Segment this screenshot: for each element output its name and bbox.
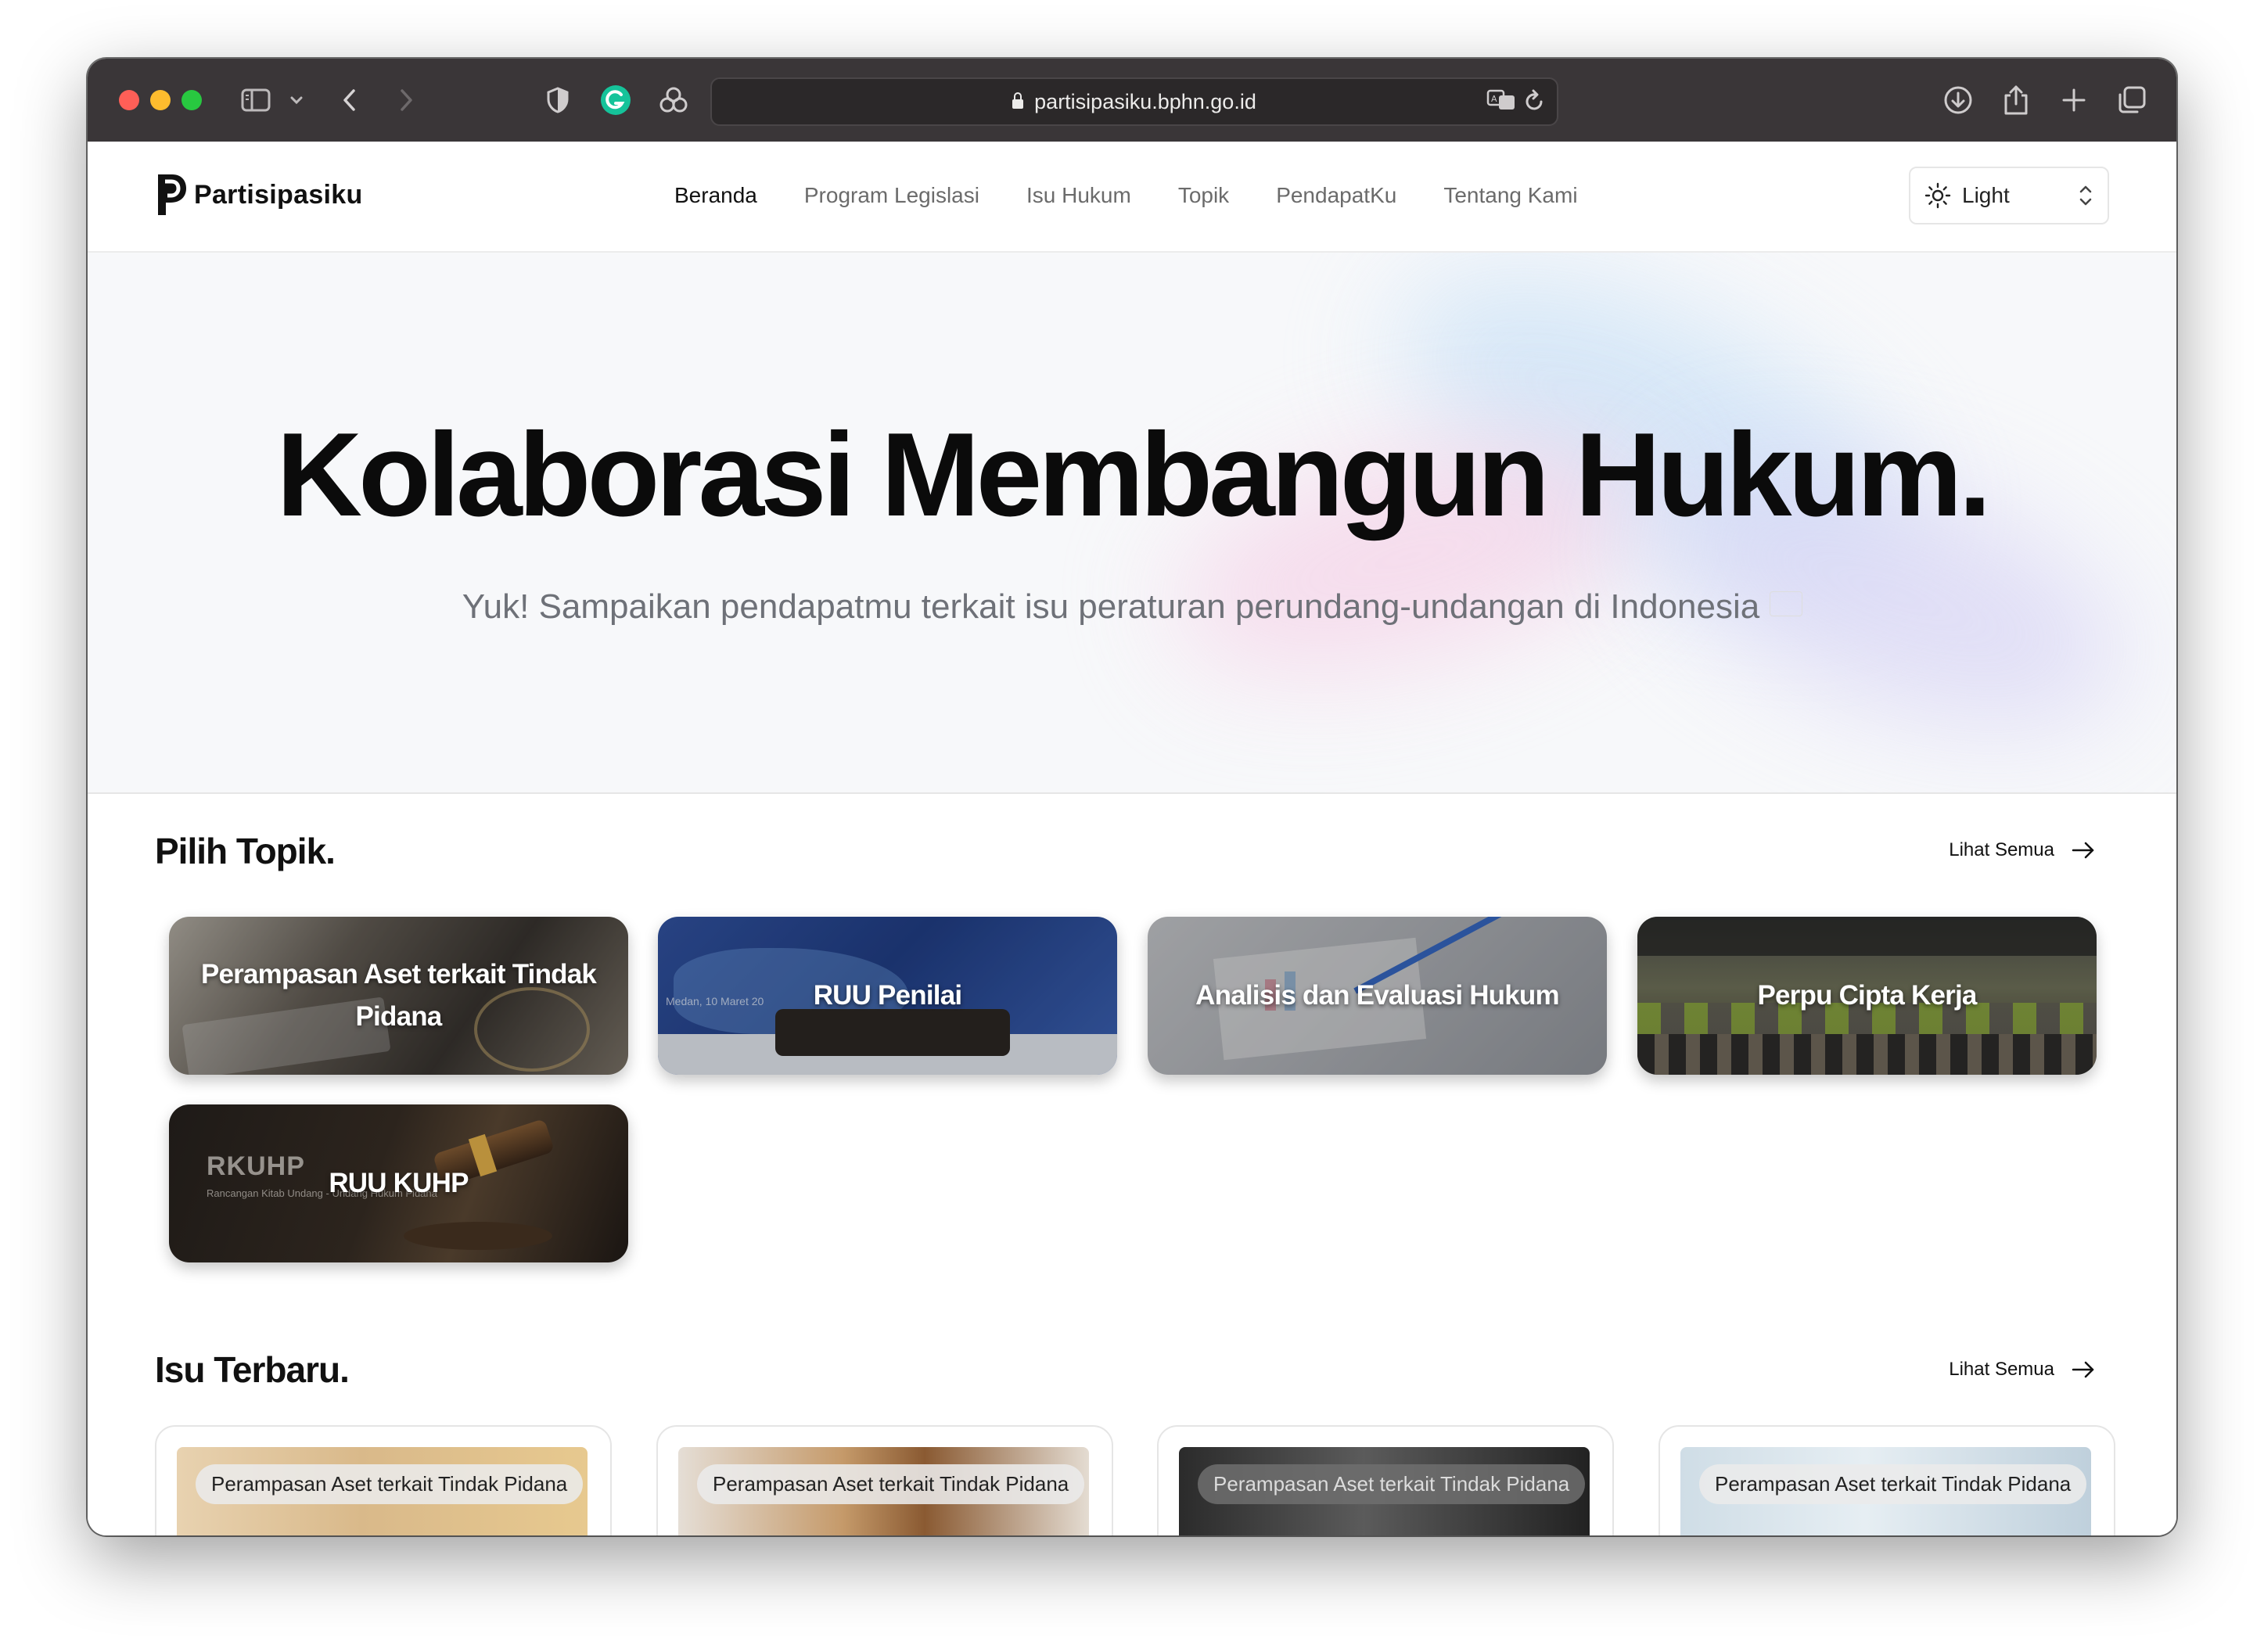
topic-card-label: Analisis dan Evaluasi Hukum [1195,979,1559,1011]
topics-see-all-link[interactable]: Lihat Semua [1949,839,2095,861]
issue-card[interactable]: Perampasan Aset terkait Tindak Pidana [1658,1425,2115,1535]
chevron-down-icon[interactable] [279,82,314,118]
hero-title: Kolaborasi Membangun Hukum. [276,408,1991,541]
logo-text: Partisipasiku [194,179,363,210]
issue-card[interactable]: Perampasan Aset terkait Tindak Pidana [656,1425,1113,1535]
theme-value: Light [1962,183,2010,207]
zoom-window-button[interactable] [181,90,202,110]
topic-card-perpu-cipta-kerja[interactable]: Perpu Cipta Kerja [1637,917,2097,1075]
sidebar-toggle-icon[interactable] [238,82,274,118]
back-icon[interactable] [332,82,368,118]
nav-isu-hukum[interactable]: Isu Hukum [1026,183,1131,208]
privacy-shield-icon[interactable] [540,82,576,118]
hero-section: Kolaborasi Membangun Hukum. Yuk! Sampaik… [88,251,2176,794]
grammarly-extension-icon[interactable] [598,82,634,118]
browser-toolbar: partisipasiku.bphn.go.id A [88,59,2176,142]
chevron-up-down-icon [2079,185,2092,206]
reload-icon[interactable] [1524,89,1546,118]
extension-icon[interactable] [656,82,692,118]
forward-icon[interactable] [388,82,424,118]
indonesia-flag-icon [1770,592,1802,616]
new-tab-icon[interactable] [2056,82,2092,118]
arrow-right-icon [2072,1361,2094,1378]
topic-card-perampasan-aset[interactable]: Perampasan Aset terkait Tindak Pidana [169,917,628,1075]
nav-program-legislasi[interactable]: Program Legislasi [804,183,979,208]
nav-tentang-kami[interactable]: Tentang Kami [1443,183,1577,208]
issue-topic-badge: Perampasan Aset terkait Tindak Pidana [196,1464,584,1504]
issue-topic-badge: Perampasan Aset terkait Tindak Pidana [1198,1464,1586,1504]
site-header: Partisipasiku Beranda Program Legislasi … [88,142,2176,253]
topic-card-label: Perpu Cipta Kerja [1757,979,1977,1011]
see-all-label: Lihat Semua [1949,1359,2054,1380]
close-window-button[interactable] [119,90,139,110]
sun-icon [1924,182,1951,209]
issue-image: Perampasan Aset terkait Tindak Pidana [177,1447,588,1535]
issues-section-title: Isu Terbaru. [155,1349,350,1390]
topic-card-label: RUU KUHP [329,1167,469,1198]
browser-window: partisipasiku.bphn.go.id A Partisipasiku… [88,59,2176,1535]
svg-text:A: A [1491,94,1497,104]
hero-subtitle: Yuk! Sampaikan pendapatmu terkait isu pe… [88,587,2176,627]
topic-card-analisis-evaluasi[interactable]: Analisis dan Evaluasi Hukum [1148,917,1607,1075]
issue-image: Perampasan Aset terkait Tindak Pidana [1680,1447,2091,1535]
issues-see-all-link[interactable]: Lihat Semua [1949,1359,2095,1381]
issue-image: Perampasan Aset terkait Tindak Pidana [678,1447,1089,1535]
see-all-label: Lihat Semua [1949,839,2054,860]
topic-card-label: Perampasan Aset terkait Tindak Pidana [200,958,597,1032]
topic-card-label: RUU Penilai [813,979,962,1011]
arrow-right-icon [2072,842,2094,859]
nav-beranda[interactable]: Beranda [674,183,757,208]
translate-icon[interactable]: A [1486,88,1518,117]
site-logo[interactable]: Partisipasiku [155,171,363,218]
issue-card[interactable]: Perampasan Aset terkait Tindak Pidana [1157,1425,1614,1535]
web-page: Partisipasiku Beranda Program Legislasi … [88,142,2176,1535]
address-bar[interactable]: partisipasiku.bphn.go.id A [710,77,1558,126]
minimize-window-button[interactable] [150,90,171,110]
topic-card-ruu-kuhp[interactable]: RKUHP Rancangan Kitab Undang - Undang Hu… [169,1104,628,1262]
issue-image: Perampasan Aset terkait Tindak Pidana [1179,1447,1590,1535]
nav-pendapatku[interactable]: PendapatKu [1276,183,1396,208]
nav-topik[interactable]: Topik [1178,183,1229,208]
issue-topic-badge: Perampasan Aset terkait Tindak Pidana [1699,1464,2087,1504]
topics-section-title: Pilih Topik. [155,831,336,871]
rkuhp-watermark: RKUHP [207,1151,305,1181]
issue-card[interactable]: Perampasan Aset terkait Tindak Pidana [155,1425,612,1535]
topic-card-ruu-penilai[interactable]: Medan, 10 Maret 20 RUU Penilai [658,917,1117,1075]
main-navigation: Beranda Program Legislasi Isu Hukum Topi… [674,183,1578,208]
theme-select[interactable]: Light [1909,167,2109,224]
lock-icon [1012,92,1024,109]
tab-overview-icon[interactable] [2114,82,2150,118]
partisipasiku-logo-icon [158,174,186,215]
download-icon[interactable] [1940,82,1976,118]
url-text: partisipasiku.bphn.go.id [1034,89,1256,113]
hero-subtitle-text: Yuk! Sampaikan pendapatmu terkait isu pe… [462,587,1760,626]
share-icon[interactable] [1998,82,2034,118]
issue-topic-badge: Perampasan Aset terkait Tindak Pidana [697,1464,1085,1504]
card-image-decor [404,1222,552,1250]
